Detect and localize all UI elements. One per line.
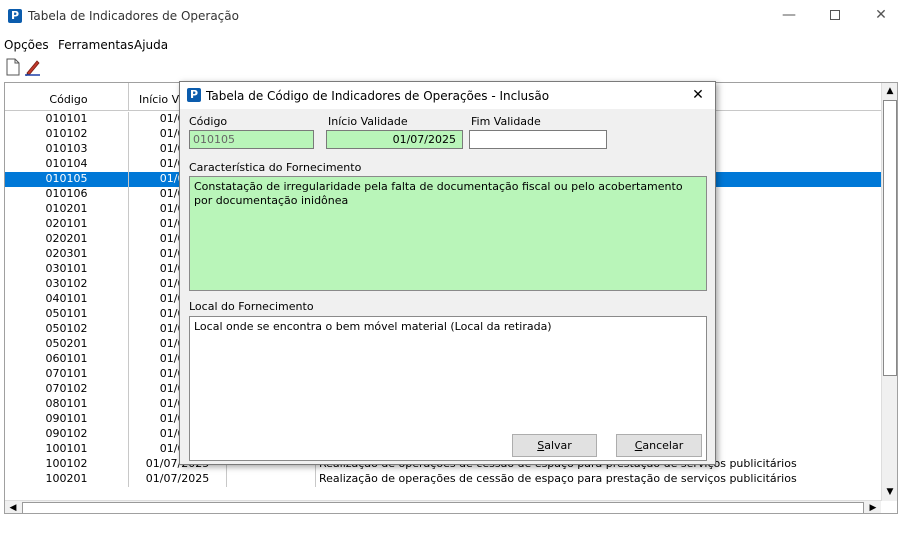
codigo-field[interactable]: 010105 (189, 130, 314, 149)
cell-codigo: 030102 (5, 277, 129, 292)
cell-inicio: 01/07/2025 (129, 472, 227, 487)
cell-codigo: 080101 (5, 397, 129, 412)
cell-codigo: 070101 (5, 367, 129, 382)
cell-codigo: 090101 (5, 412, 129, 427)
horizontal-scrollbar[interactable]: ◀ ▶ (5, 500, 881, 513)
cell-codigo: 030101 (5, 262, 129, 277)
close-button[interactable]: ✕ (858, 2, 904, 30)
cell-codigo: 010105 (5, 172, 129, 187)
cancel-button[interactable]: Cancelar (616, 434, 702, 457)
menu-bar: Opções Ferramentas Ajuda (0, 38, 300, 56)
cell-descricao: Realização de operações de cessão de esp… (319, 472, 797, 485)
cell-codigo: 070102 (5, 382, 129, 397)
cell-codigo: 010101 (5, 112, 129, 127)
fim-validade-field[interactable] (469, 130, 607, 149)
cell-codigo: 010102 (5, 127, 129, 142)
cell-codigo: 010104 (5, 157, 129, 172)
main-title-bar: P Tabela de Indicadores de Operação — ✕ (0, 0, 904, 32)
column-header-codigo[interactable]: Código (5, 83, 129, 111)
save-label: alvar (544, 439, 572, 452)
save-button[interactable]: Salvar (512, 434, 597, 457)
maximize-button[interactable] (812, 2, 858, 30)
inicio-validade-field[interactable]: 01/07/2025 (326, 130, 463, 149)
caracteristica-textarea[interactable]: Constatação de irregularidade pela falta… (189, 176, 707, 291)
cell-codigo: 010106 (5, 187, 129, 202)
cell-codigo: 100201 (5, 472, 129, 487)
cell-codigo: 020301 (5, 247, 129, 262)
cancel-label: ancelar (642, 439, 684, 452)
cell-codigo: 020201 (5, 232, 129, 247)
horizontal-scroll-thumb[interactable] (22, 502, 864, 513)
vertical-scrollbar[interactable]: ▲ ▼ (881, 83, 897, 501)
cell-codigo: 050201 (5, 337, 129, 352)
menu-ferramentas[interactable]: Ferramentas (58, 38, 134, 52)
caracteristica-label: Característica do Fornecimento (189, 161, 362, 174)
menu-opcoes[interactable]: Opções (4, 38, 49, 52)
cell-codigo: 020101 (5, 217, 129, 232)
cell-fim (227, 472, 316, 487)
fim-validade-label: Fim Validade (471, 115, 541, 128)
toolbar (0, 58, 120, 78)
dialog-close-button[interactable]: ✕ (687, 85, 709, 105)
maximize-icon (830, 10, 840, 20)
local-label: Local do Fornecimento (189, 300, 314, 313)
new-document-icon[interactable] (4, 58, 22, 76)
cell-codigo: 040101 (5, 292, 129, 307)
scroll-right-icon[interactable]: ▶ (865, 501, 881, 513)
minimize-button[interactable]: — (766, 2, 812, 30)
vertical-scroll-thumb[interactable] (883, 100, 897, 376)
codigo-label: Código (189, 115, 228, 128)
cell-codigo: 050102 (5, 322, 129, 337)
cell-codigo: 090102 (5, 427, 129, 442)
scroll-down-icon[interactable]: ▼ (882, 484, 897, 500)
cell-codigo: 010103 (5, 142, 129, 157)
cell-codigo: 060101 (5, 352, 129, 367)
cell-codigo: 100102 (5, 457, 129, 472)
inicio-validade-label: Início Validade (328, 115, 408, 128)
cell-codigo: 100101 (5, 442, 129, 457)
menu-ajuda[interactable]: Ajuda (134, 38, 168, 52)
dialog-title-bar: P Tabela de Código de Indicadores de Ope… (180, 82, 715, 109)
scroll-left-icon[interactable]: ◀ (5, 501, 21, 513)
window-title: Tabela de Indicadores de Operação (28, 9, 239, 23)
dialog-app-icon: P (187, 88, 201, 102)
edit-pencil-icon[interactable] (24, 58, 42, 76)
cell-codigo: 010201 (5, 202, 129, 217)
dialog-title: Tabela de Código de Indicadores de Opera… (206, 89, 550, 103)
app-icon: P (8, 9, 22, 23)
table-row[interactable]: 100201 01/07/2025 Realização de operações … (5, 472, 885, 487)
inclusion-dialog: P Tabela de Código de Indicadores de Ope… (179, 81, 716, 465)
scroll-up-icon[interactable]: ▲ (882, 83, 897, 99)
cell-codigo: 050101 (5, 307, 129, 322)
